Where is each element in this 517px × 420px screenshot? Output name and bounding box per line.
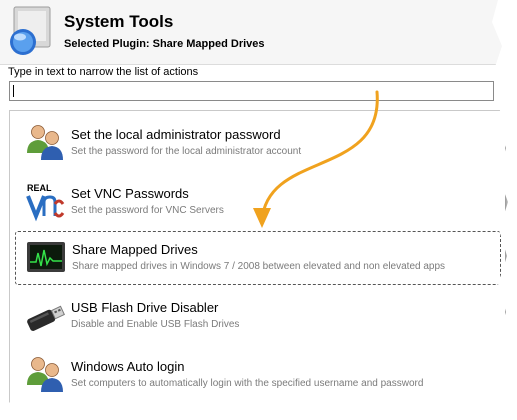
system-tools-app-icon <box>10 6 51 55</box>
filter-label: Type in text to narrow the list of actio… <box>8 66 199 78</box>
item-description: Set computers to automatically login wit… <box>71 378 424 389</box>
system-tools-window: System Tools Selected Plugin: Share Mapp… <box>0 0 505 408</box>
monitor-activity-icon <box>27 242 65 272</box>
header: System Tools Selected Plugin: Share Mapp… <box>0 0 505 65</box>
list-item[interactable]: Windows Auto login Set computers to auto… <box>15 349 499 401</box>
users-icon <box>27 357 63 392</box>
realvnc-logo-icon: REAL <box>25 182 65 222</box>
text-caret <box>13 85 14 97</box>
usb-drive-icon <box>27 305 65 331</box>
selected-plugin-label: Selected Plugin: Share Mapped Drives <box>64 38 265 50</box>
filter-input[interactable] <box>9 81 494 101</box>
list-item-selected[interactable]: Share Mapped Drives Share mapped drives … <box>15 231 501 285</box>
list-item[interactable]: USB Flash Drive Disabler Disable and Ena… <box>15 290 499 342</box>
realvnc-logo-text: REAL <box>27 183 52 193</box>
list-item[interactable]: REAL Set VNC Passwords Set the password … <box>15 176 499 228</box>
item-title: USB Flash Drive Disabler <box>71 300 219 315</box>
list-item[interactable]: Set the local administrator password Set… <box>15 117 499 169</box>
item-description: Set the password for VNC Servers <box>71 205 224 216</box>
item-title: Set the local administrator password <box>71 127 281 142</box>
action-list: Set the local administrator password Set… <box>9 110 505 408</box>
users-icon <box>27 125 63 160</box>
item-description: Set the password for the local administr… <box>71 146 302 157</box>
item-description: Share mapped drives in Windows 7 / 2008 … <box>72 261 446 272</box>
item-title: Windows Auto login <box>71 359 185 374</box>
page-title: System Tools <box>64 12 174 31</box>
item-description: Disable and Enable USB Flash Drives <box>71 319 240 330</box>
item-title: Share Mapped Drives <box>72 242 198 257</box>
item-title: Set VNC Passwords <box>71 186 189 201</box>
